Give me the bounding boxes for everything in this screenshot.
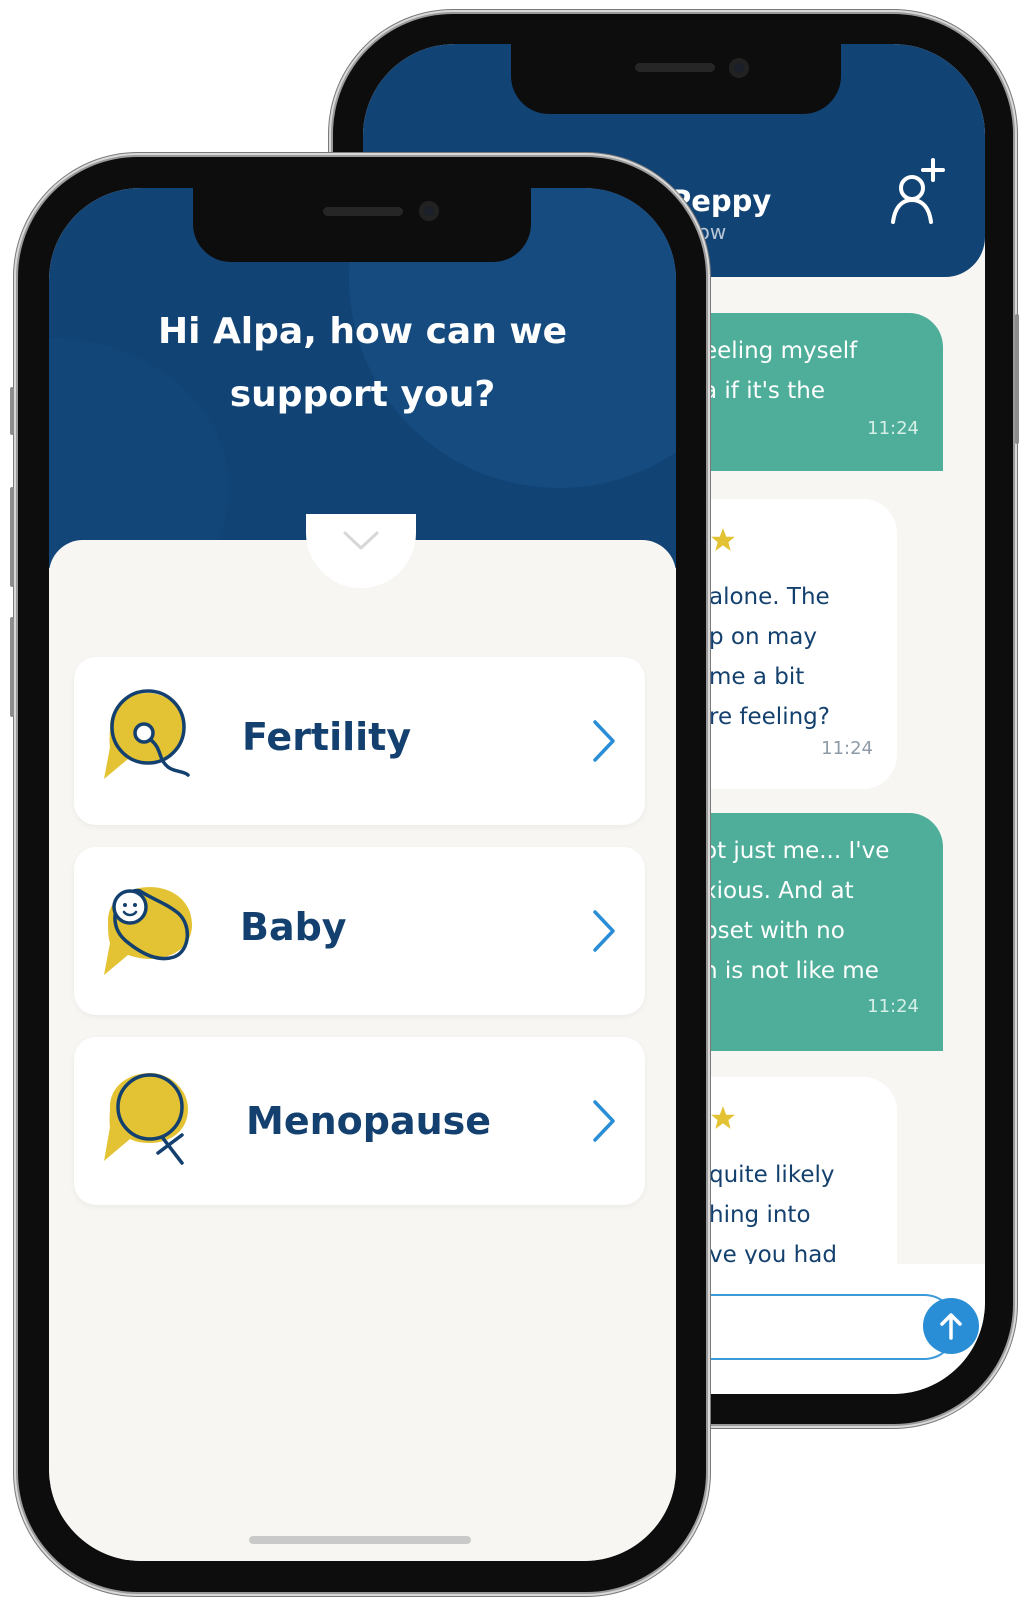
message-line: pset with no [703,918,845,944]
mute-switch [10,387,14,435]
chevron-right-icon [593,720,615,762]
add-user-icon[interactable] [888,156,950,228]
star-icon [711,1106,735,1129]
chevron-right-icon [593,1100,615,1142]
camera [419,201,439,221]
message-line: p on may [709,624,817,650]
topic-label: Menopause [246,1099,492,1143]
message-line: xious. And at [703,878,854,904]
chevron-right-icon [593,910,615,952]
message-line: hing into [709,1202,811,1228]
message-time: 11:24 [821,738,873,759]
topic-card-fertility[interactable]: Fertility [74,657,645,825]
send-button[interactable] [923,1298,979,1354]
message-time: 11:24 [867,996,919,1017]
star-icon [711,528,735,551]
home-indicator[interactable] [249,1536,471,1544]
fertility-icon [104,689,190,779]
scroll-down-button[interactable] [306,514,416,588]
home-screen: Hi Alpa, how can we support you? Fertili… [49,188,676,1561]
volume-up-button [10,487,14,587]
message-line: eeling myself [703,338,858,364]
message-line: re feeling? [709,704,830,730]
chevron-down-icon [343,531,379,550]
greeting-line: support you? [229,374,496,415]
topic-label: Baby [240,905,347,949]
notch [511,42,841,114]
topic-card-menopause[interactable]: Menopause [74,1037,645,1205]
power-button [1015,314,1019,444]
baby-icon [104,887,192,975]
arrow-up-icon [940,1313,962,1340]
message-line: a if it's the [703,378,825,404]
greeting-title: Hi Alpa, how can we support you? [49,300,676,426]
message-line: alone. The [709,584,830,610]
topic-card-baby[interactable]: Baby [74,847,645,1015]
camera [729,58,749,78]
message-line: n is not like me [703,958,879,984]
topic-label: Fertility [242,715,412,759]
menopause-icon [104,1073,188,1165]
message-time: 11:24 [867,418,919,439]
message-line: quite likely [709,1162,835,1188]
home-phone: Hi Alpa, how can we support you? Fertili… [10,157,706,1592]
volume-down-button [10,617,14,717]
notch [193,188,531,262]
message-line: me a bit [709,664,805,690]
message-line: ot just me... I've [703,838,890,864]
topics-sheet: Fertility Baby Menopause [49,514,676,1561]
greeting-line: Hi Alpa, how can we [157,311,568,352]
